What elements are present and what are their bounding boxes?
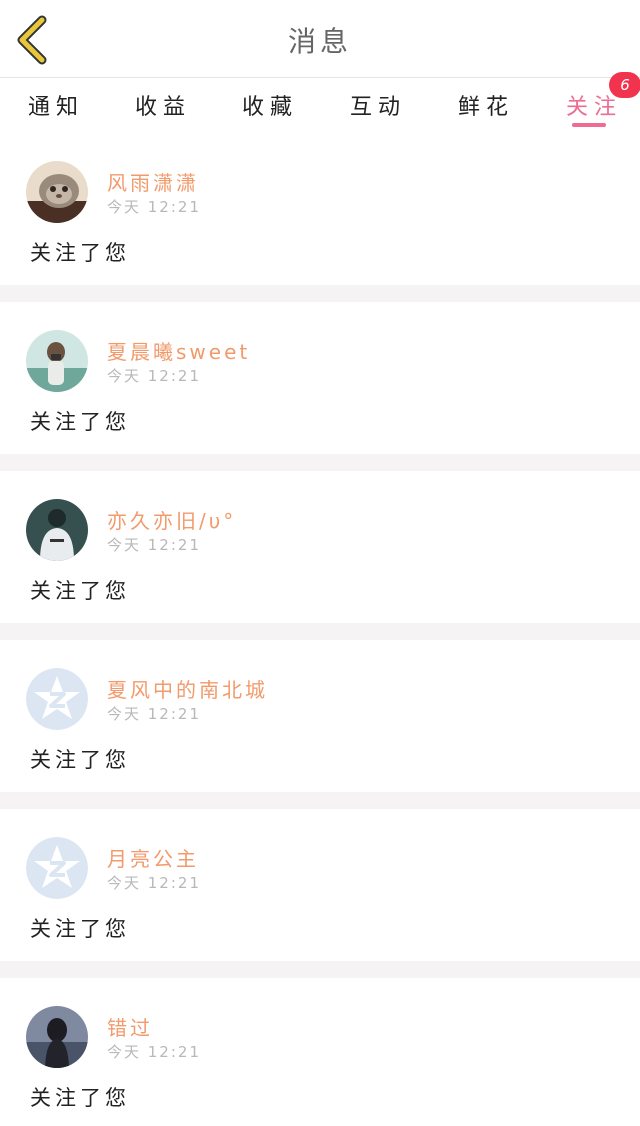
timestamp: 今天 12:21 <box>107 874 201 892</box>
default-qzone-avatar-icon <box>26 837 88 899</box>
list-item: 亦久亦旧/υ° 今天 12:21 关注了您 <box>0 471 640 640</box>
tab-flowers[interactable]: 鲜花 <box>458 89 514 125</box>
message-text: 关注了您 <box>30 748 130 772</box>
timestamp: 今天 12:21 <box>107 705 201 723</box>
timestamp: 今天 12:21 <box>107 367 201 385</box>
avatar[interactable] <box>26 668 88 730</box>
user-name[interactable]: 夏风中的南北城 <box>107 674 268 703</box>
message-text: 关注了您 <box>30 241 130 265</box>
tab-earnings[interactable]: 收益 <box>135 89 191 125</box>
tab-notice[interactable]: 通知 <box>28 89 84 125</box>
timestamp: 今天 12:21 <box>107 1043 201 1061</box>
notification-list: 风雨潇潇 今天 12:21 关注了您 夏晨曦sweet 今天 12:21 关注了… <box>0 133 640 1126</box>
girl-camera-photo-avatar-icon <box>26 330 88 392</box>
person-back-photo-avatar-icon <box>26 499 88 561</box>
tab-favorites[interactable]: 收藏 <box>242 89 298 125</box>
avatar[interactable] <box>26 330 88 392</box>
active-tab-indicator <box>572 123 606 127</box>
top-bar: 消息 <box>0 0 640 78</box>
user-name[interactable]: 错过 <box>107 1012 153 1041</box>
message-text: 关注了您 <box>30 917 130 941</box>
user-name[interactable]: 夏晨曦sweet <box>107 336 250 365</box>
tab-interaction[interactable]: 互动 <box>350 89 406 125</box>
girl-back-photo-avatar-icon <box>26 1006 88 1068</box>
page-title: 消息 <box>287 25 352 58</box>
avatar[interactable] <box>26 1006 88 1068</box>
message-text: 关注了您 <box>30 1086 130 1110</box>
message-text: 关注了您 <box>30 410 130 434</box>
avatar[interactable] <box>26 837 88 899</box>
user-name[interactable]: 风雨潇潇 <box>107 167 199 196</box>
list-item: 月亮公主 今天 12:21 关注了您 <box>0 809 640 978</box>
list-item: 夏风中的南北城 今天 12:21 关注了您 <box>0 640 640 809</box>
list-item: 夏晨曦sweet 今天 12:21 关注了您 <box>0 302 640 471</box>
timestamp: 今天 12:21 <box>107 198 201 216</box>
avatar[interactable] <box>26 161 88 223</box>
user-name[interactable]: 月亮公主 <box>107 843 199 872</box>
default-qzone-avatar-icon <box>26 668 88 730</box>
avatar[interactable] <box>26 499 88 561</box>
user-name[interactable]: 亦久亦旧/υ° <box>107 505 236 534</box>
timestamp: 今天 12:21 <box>107 536 201 554</box>
list-item: 风雨潇潇 今天 12:21 关注了您 <box>0 133 640 302</box>
cat-photo-avatar-icon <box>26 161 88 223</box>
list-item: 错过 今天 12:21 关注了您 <box>0 978 640 1126</box>
message-text: 关注了您 <box>30 579 130 603</box>
follow-count-badge: 6 <box>609 72 640 98</box>
tab-bar: 通知 收益 收藏 互动 鲜花 关注 <box>0 79 640 133</box>
